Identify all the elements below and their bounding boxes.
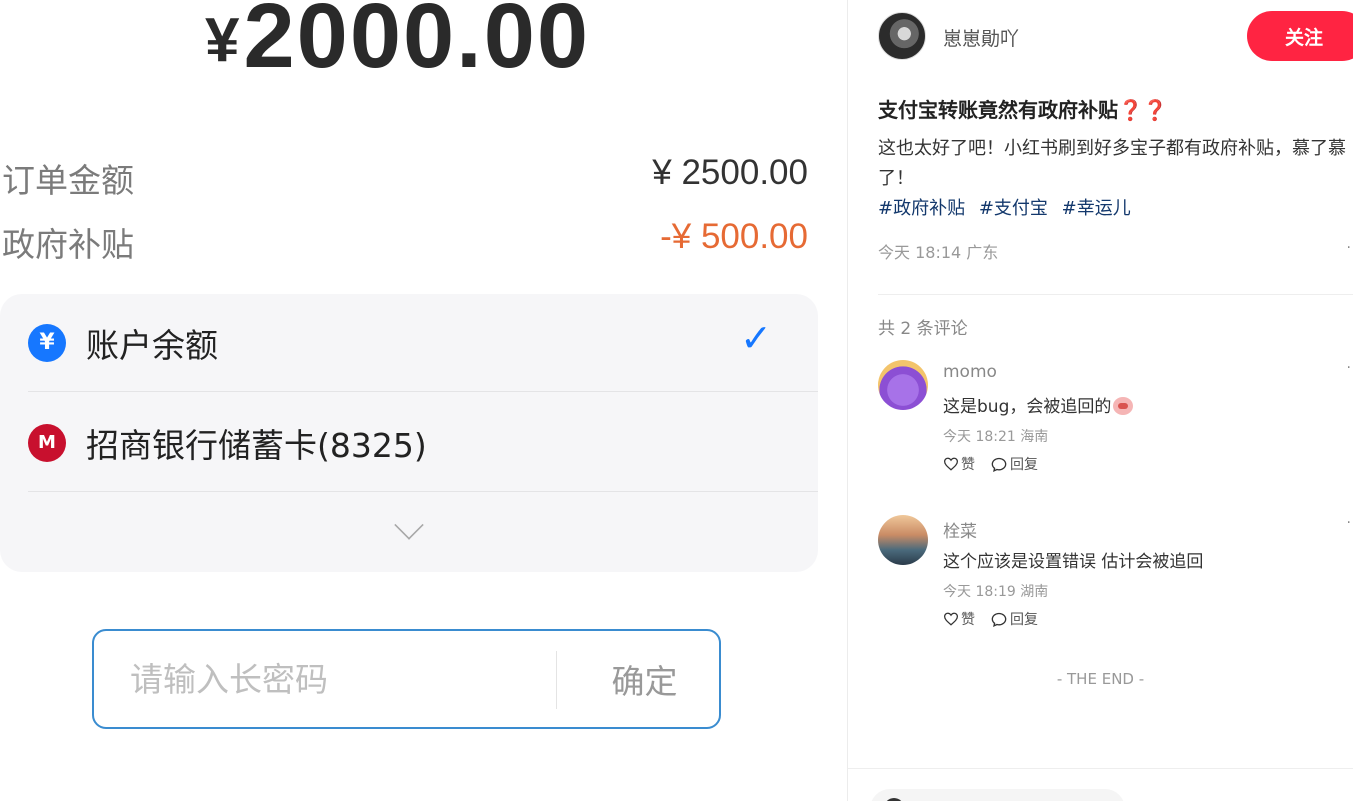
more-icon[interactable]: · [1347,515,1351,531]
comment-text: 这个应该是设置错误 估计会被追回 [943,552,1204,572]
tag-link[interactable]: #幸运儿 [1062,198,1131,219]
password-divider [556,651,557,709]
red-question-icon: ❓ [1118,98,1143,122]
password-input[interactable] [94,631,556,727]
avatar[interactable] [878,360,928,410]
red-question-icon: ❓ [1142,98,1168,122]
reply-label: 回复 [1010,612,1038,628]
note-meta: 今天 18:14 广东 [878,243,999,262]
cmb-bank-icon: M [28,423,66,462]
order-amount-value: ¥ 2500.00 [652,153,808,192]
comment-text-content: 这是bug，会被追回的 [943,397,1112,417]
note-title-text: 支付宝转账竟然有政府补贴 [878,98,1118,122]
follow-button[interactable]: 关注 [1247,11,1353,61]
more-icon[interactable]: · [1347,360,1351,376]
amount-value: 2000.00 [243,0,591,87]
password-box: 确定 [92,629,721,729]
crying-face-icon [1113,397,1134,415]
comment-bubble-icon [991,457,1007,472]
note-title: 支付宝转账竟然有政府补贴❓❓ [878,94,1168,123]
reply-button[interactable]: 回复 [991,609,1038,629]
like-button[interactable]: 赞 [943,454,975,474]
payment-method-cmb-card[interactable]: M 招商银行储蓄卡(8325) [28,394,818,492]
payment-method-label: 账户余额 [86,325,218,365]
avatar[interactable] [878,515,928,565]
author-name[interactable]: 崽崽勛吖 [943,24,1019,51]
like-button[interactable]: 赞 [943,609,975,629]
comment-input-bar[interactable] [870,789,1125,801]
like-label: 赞 [961,612,975,628]
payment-screenshot: ¥2000.00 订单金额 ¥ 2500.00 政府补贴 -¥ 500.00 ¥… [0,0,848,801]
comment-meta: 今天 18:21 海南 [943,429,1049,445]
reply-button[interactable]: 回复 [991,454,1038,474]
subsidy-label: 政府补贴 [2,225,134,264]
payment-method-label: 招商银行储蓄卡(8325) [86,425,427,465]
heart-icon [943,457,959,471]
tag-link[interactable]: #支付宝 [979,198,1048,219]
currency-symbol: ¥ [205,6,242,75]
chevron-down-icon[interactable] [394,510,424,540]
comment-actions: 赞 回复 [943,454,1054,474]
like-label: 赞 [961,457,975,473]
order-amount-label: 订单金额 [2,161,134,200]
comment-actions: 赞 回复 [943,609,1054,629]
comment-meta: 今天 18:19 湖南 [943,584,1049,600]
subsidy-value: -¥ 500.00 [660,217,808,256]
checkmark-icon: ✓ [740,316,772,360]
divider [848,768,1353,769]
payment-methods-card: ¥ 账户余额 ✓ M 招商银行储蓄卡(8325) [0,294,818,572]
heart-icon [943,612,959,626]
reply-label: 回复 [1010,457,1038,473]
comment-text: 这是bug，会被追回的 [943,392,1134,417]
confirm-button[interactable]: 确定 [572,631,717,727]
end-marker: - THE END - [1056,670,1145,688]
author-avatar[interactable] [878,12,926,60]
note-body: 这也太好了吧！小红书刷到好多宝子都有政府补贴，慕了慕了！ [878,138,1346,189]
yuan-circle-icon: ¥ [28,323,66,362]
payment-amount: ¥2000.00 [205,0,590,89]
divider [878,294,1353,295]
comment-author[interactable]: 栓菜 [943,517,977,542]
note-panel: 崽崽勛吖 关注 支付宝转账竟然有政府补贴❓❓ 这也太好了吧！小红书刷到好多宝子都… [848,0,1353,801]
comment-bubble-icon [991,612,1007,627]
comment-count: 共 2 条评论 [878,319,968,339]
note-tags: #政府补贴 #支付宝 #幸运儿 [878,194,1139,224]
payment-method-balance[interactable]: ¥ 账户余额 ✓ [28,294,818,392]
more-icon[interactable]: · [1347,240,1351,256]
tag-link[interactable]: #政府补贴 [878,198,965,219]
comment-author[interactable]: momo [943,362,997,382]
